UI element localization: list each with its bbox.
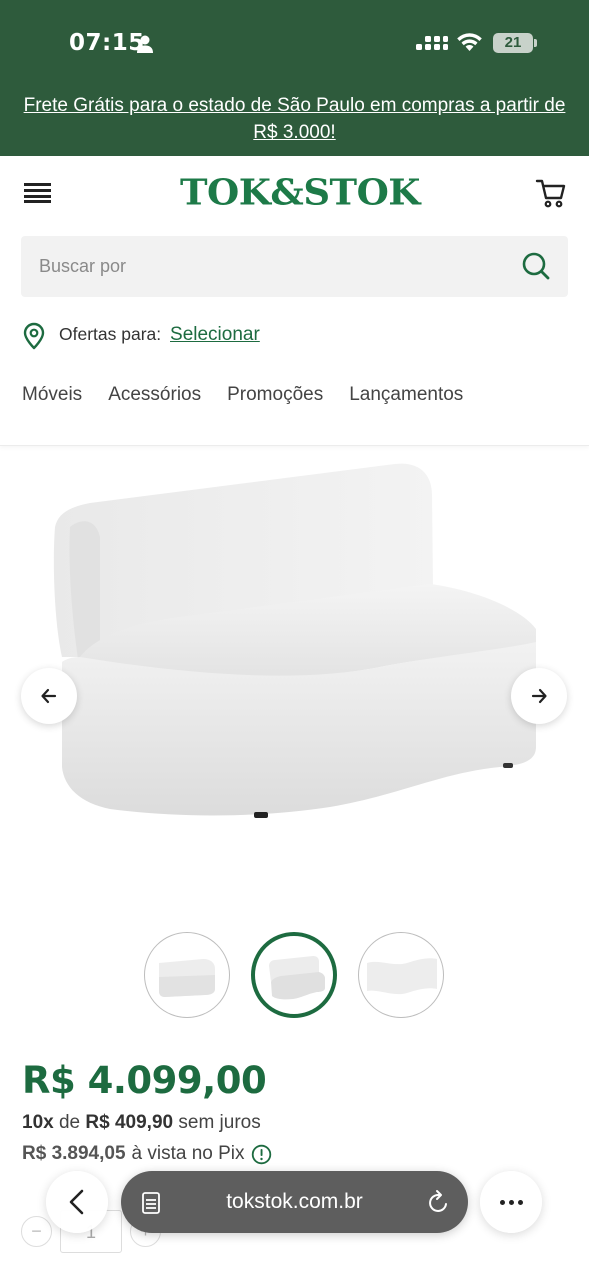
chevron-left-icon: [69, 1189, 84, 1215]
wifi-icon: [457, 33, 482, 51]
battery-indicator: 21: [493, 33, 533, 53]
installments-info: 10x de R$ 409,90 sem juros: [22, 1112, 261, 1134]
pix-label: à vista no Pix: [131, 1143, 245, 1164]
tokstok-logo[interactable]: TOK&STOK: [180, 171, 420, 213]
installments-count: 10x: [22, 1112, 54, 1133]
product-price: R$ 4.099,00: [22, 1059, 267, 1102]
select-location-link[interactable]: Selecionar: [170, 324, 260, 345]
more-dot: [517, 1199, 523, 1205]
product-image: [53, 463, 536, 818]
product-gallery: [0, 447, 589, 917]
browser-url-bar[interactable]: tokstok.com.br: [121, 1171, 468, 1233]
nav-item-lancamentos[interactable]: Lançamentos: [349, 384, 463, 406]
thumbnail-2[interactable]: [251, 932, 337, 1018]
search-bar[interactable]: Buscar por: [21, 236, 568, 297]
site-header: TOK&STOK Buscar por Ofertas para: Seleci…: [0, 156, 589, 446]
nav-item-promocoes[interactable]: Promoções: [227, 384, 323, 406]
offers-label: Ofertas para:: [59, 324, 162, 344]
quantity-decrease-button[interactable]: −: [21, 1216, 52, 1247]
hamburger-menu-icon[interactable]: [24, 183, 52, 203]
installment-value: R$ 409,90: [85, 1112, 174, 1133]
person-icon: [137, 35, 153, 53]
thumbnail-1[interactable]: [144, 932, 230, 1018]
battery-tip: [534, 39, 537, 47]
pix-price: R$ 3.894,05: [22, 1143, 126, 1164]
arrow-right-icon: [531, 688, 547, 704]
status-time: 07:15: [69, 30, 145, 56]
location-pin-icon: [23, 322, 45, 350]
pix-info: R$ 3.894,05 à vista no Pix: [22, 1143, 272, 1165]
cart-icon[interactable]: [535, 177, 567, 209]
installments-de: de: [58, 1112, 81, 1133]
category-nav: Móveis Acessórios Promoções Lançamentos: [22, 384, 463, 406]
nav-item-moveis[interactable]: Móveis: [22, 384, 82, 406]
gallery-thumbnails: [0, 932, 589, 1018]
nav-item-acessorios[interactable]: Acessórios: [108, 384, 201, 406]
more-dot: [508, 1199, 514, 1205]
more-dot: [499, 1199, 505, 1205]
browser-url[interactable]: tokstok.com.br: [121, 1190, 468, 1214]
status-bar: 07:15 21: [0, 0, 589, 88]
offers-for: Ofertas para: Selecionar: [59, 324, 260, 346]
browser-more-button[interactable]: [480, 1171, 542, 1233]
installments-suffix: sem juros: [178, 1112, 261, 1133]
promo-banner-link[interactable]: Frete Grátis para o estado de São Paulo …: [0, 92, 589, 146]
arrow-left-icon: [41, 688, 57, 704]
gallery-prev-button[interactable]: [21, 668, 77, 724]
reload-icon[interactable]: [427, 1189, 451, 1215]
search-input[interactable]: Buscar por: [39, 256, 126, 277]
thumbnail-3[interactable]: [358, 932, 444, 1018]
gallery-next-button[interactable]: [511, 668, 567, 724]
signal-icon: [416, 36, 448, 50]
browser-back-button[interactable]: [46, 1171, 108, 1233]
info-icon[interactable]: [251, 1144, 272, 1165]
top-banner-area: 07:15 21 Frete Grátis para o estado de S…: [0, 0, 589, 156]
search-icon[interactable]: [521, 251, 551, 281]
